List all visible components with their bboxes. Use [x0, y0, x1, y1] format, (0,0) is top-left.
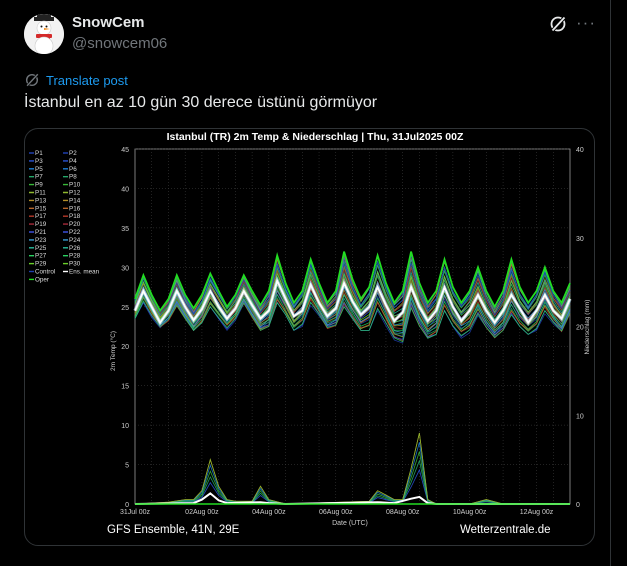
chart-footer-left: GFS Ensemble, 41N, 29E [107, 524, 240, 536]
legend-label-p1: P1 [35, 150, 43, 157]
x-tick: 04Aug 00z [252, 509, 286, 516]
avatar[interactable] [24, 14, 64, 54]
legend-label-p29: P29 [35, 261, 47, 268]
translate-post-label: Translate post [46, 72, 128, 88]
y-tick-left: 45 [121, 147, 129, 154]
legend-label-p18: P18 [69, 213, 81, 220]
legend-label-p16: P16 [69, 205, 81, 212]
legend-label-p11: P11 [35, 190, 46, 197]
y-tick-left: 15 [121, 384, 129, 391]
legend-label-p3: P3 [35, 158, 43, 165]
snowman-icon [24, 14, 64, 54]
ensemble-chart: Istanbul (TR) 2m Temp & Niederschlag | T… [29, 131, 591, 536]
grok-icon[interactable] [549, 15, 567, 33]
y-tick-left: 20 [121, 344, 129, 351]
legend-label-p5: P5 [35, 166, 43, 173]
y-tick-right: 30 [576, 236, 584, 243]
y-tick-left: 35 [121, 226, 129, 233]
legend-label-p15: P15 [35, 205, 47, 212]
legend-label-p19: P19 [35, 221, 47, 228]
legend: P1 P2P3 P4P5 P6P7 P8P9 P10P11 P12P13 P14P15 P16P… [29, 150, 100, 283]
legend-label-control: Control [35, 269, 55, 276]
chart-image-card[interactable]: Istanbul (TR) 2m Temp & Niederschlag | T… [24, 128, 595, 546]
x-tick: 31Jul 00z [120, 509, 150, 516]
column-divider [610, 0, 611, 566]
y-tick-left: 25 [121, 305, 129, 312]
legend-label-p8: P8 [69, 174, 77, 181]
legend-label-p7: P7 [35, 174, 43, 181]
y-tick-left: 30 [121, 265, 129, 272]
x-tick: 12Aug 00z [520, 509, 554, 516]
x-tick: 02Aug 00z [185, 509, 219, 516]
legend-label-p17: P17 [35, 213, 47, 220]
y-axis-right-label: Niederschlag (mm) [584, 300, 591, 355]
chart-title: Istanbul (TR) 2m Temp & Niederschlag | T… [167, 131, 464, 143]
y-tick-right: 0 [576, 502, 580, 509]
x-tick: 10Aug 00z [453, 509, 487, 516]
legend-label-p28: P28 [69, 253, 81, 260]
legend-label-p27: P27 [35, 253, 47, 260]
y-axis-right: 0 10 20 30 40 [576, 147, 584, 509]
legend-label-p21: P21 [35, 229, 47, 236]
legend-label-p30: P30 [69, 261, 81, 268]
y-tick-left: 10 [121, 423, 129, 430]
legend-label-p20: P20 [69, 221, 81, 228]
x-axis: 31Jul 00z 02Aug 00z 04Aug 00z 06Aug 00z 08Au… [120, 509, 554, 516]
legend-label-p24: P24 [69, 237, 81, 244]
legend-label-p10: P10 [69, 182, 81, 189]
more-options-icon[interactable]: ··· [576, 13, 596, 33]
y-tick-left: 5 [125, 463, 129, 470]
legend-label-p12: P12 [69, 190, 81, 197]
legend-label-ens-mean: Ens. mean [69, 269, 100, 276]
legend-label-p25: P25 [35, 245, 47, 252]
legend-label-p26: P26 [69, 245, 81, 252]
x-tick: 06Aug 00z [319, 509, 353, 516]
legend-label-p22: P22 [69, 229, 81, 236]
x-axis-label: Date (UTC) [332, 520, 368, 527]
legend-label-p23: P23 [35, 237, 47, 244]
tweet-text: İstanbul en az 10 gün 30 derece üstünü g… [24, 94, 378, 111]
legend-label-p14: P14 [69, 197, 81, 204]
chart-footer-right: Wetterzentrale.de [460, 524, 551, 536]
y-tick-right: 10 [576, 413, 584, 420]
grok-translate-icon [25, 72, 40, 88]
translate-post-link[interactable]: Translate post [24, 72, 128, 88]
y-axis-left-label: 2m Temp (°C) [109, 331, 117, 371]
legend-label-oper: Oper [35, 276, 49, 283]
legend-label-p4: P4 [69, 158, 77, 165]
legend-label-p6: P6 [69, 166, 77, 173]
y-tick-left: 40 [121, 186, 129, 193]
y-axis-left: 0 5 10 15 20 25 30 35 40 45 [121, 147, 129, 509]
y-tick-left: 0 [125, 502, 129, 509]
y-tick-right: 40 [576, 147, 584, 154]
author-name[interactable]: SnowCem [72, 14, 145, 31]
legend-label-p9: P9 [35, 182, 43, 189]
legend-label-p2: P2 [69, 150, 77, 157]
author-handle[interactable]: @snowcem06 [72, 35, 167, 52]
x-tick: 08Aug 00z [386, 509, 420, 516]
legend-label-p13: P13 [35, 197, 47, 204]
y-tick-right: 20 [576, 325, 584, 332]
